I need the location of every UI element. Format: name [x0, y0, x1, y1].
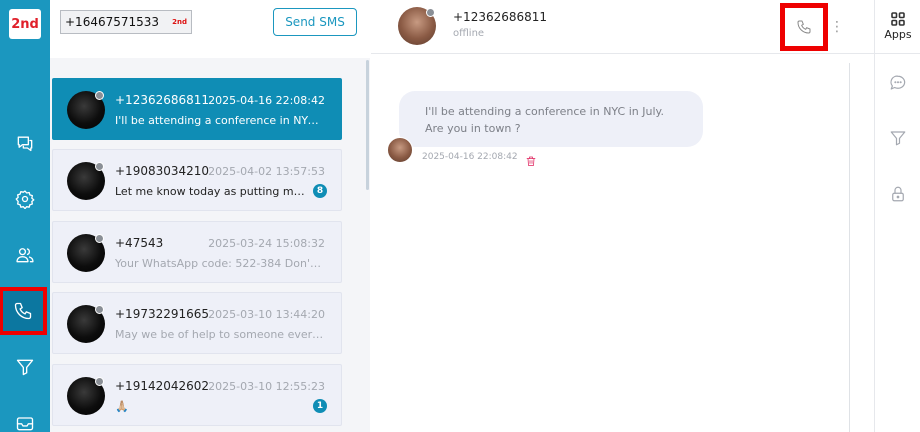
conversation-phone: +19732291665 [115, 307, 210, 321]
chat-bubble-icon [890, 75, 906, 90]
conversation-preview: May we be of help to someone every day. [115, 328, 325, 341]
phone-icon [797, 20, 811, 34]
conversation-date: 2025-03-10 13:44:20 [208, 308, 325, 321]
sender-number-badge: 2nd [172, 18, 187, 26]
conversation-item[interactable]: +19142042602 2025-03-10 12:55:23 🙏🏼 1 [52, 364, 342, 426]
nav-filter-button[interactable] [0, 347, 50, 387]
conversation-date: 2025-03-24 15:08:32 [208, 237, 325, 250]
list-toolbar: +16467571533 2nd Send SMS [50, 0, 370, 58]
nav-messages-button[interactable] [0, 123, 50, 163]
nav-inbox-button[interactable] [0, 403, 50, 432]
grid-icon [891, 11, 905, 26]
conversation-list[interactable]: +12362686811 2025-04-16 22:08:42 I'll be… [50, 58, 370, 432]
message-bubble: I'll be attending a conference in NYC in… [399, 91, 703, 147]
apps-label: Apps [884, 28, 912, 41]
contacts-icon [16, 248, 34, 263]
conversation-item[interactable]: +19083034210 2025-04-02 13:57:53 Let me … [52, 149, 342, 211]
lock-icon [892, 186, 904, 202]
send-sms-button[interactable]: Send SMS [273, 8, 357, 36]
conversation-item[interactable]: +47543 2025-03-24 15:08:32 Your WhatsApp… [52, 221, 342, 283]
conversation-preview: 🙏🏼 [115, 400, 129, 413]
conversation-phone: +47543 [115, 236, 164, 250]
nav-contacts-button[interactable] [0, 235, 50, 275]
more-options-icon[interactable]: ⋮ [830, 18, 844, 38]
sender-number-value: +16467571533 [65, 15, 160, 29]
presence-dot [426, 8, 435, 17]
message-timestamp: 2025-04-16 22:08:42 [422, 152, 518, 162]
unread-count-badge: 8 [313, 184, 327, 198]
chat-bubbles-icon [17, 136, 33, 152]
app-logo[interactable]: 2nd [9, 9, 41, 39]
chat-header: +12362686811 offline ⋮ [371, 0, 874, 54]
list-scrollbar[interactable] [366, 60, 369, 190]
conversation-phone: +19083034210 [115, 164, 210, 178]
conversation-list-pane: +16467571533 2nd Send SMS +12362686811 2… [50, 0, 370, 432]
chat-contact-status: offline [453, 28, 485, 39]
sender-number-select[interactable]: +16467571533 2nd [60, 10, 192, 34]
gear-icon [15, 190, 35, 209]
trash-icon [526, 156, 536, 166]
nav-settings-button[interactable] [0, 179, 50, 219]
presence-dot [95, 91, 104, 100]
unread-count-badge: 1 [313, 399, 327, 413]
apps-filter-button[interactable] [875, 120, 920, 156]
apps-chat-button[interactable] [875, 65, 920, 101]
apps-button[interactable]: Apps [875, 0, 920, 54]
conversation-item[interactable]: +19732291665 2025-03-10 13:44:20 May we … [52, 292, 342, 354]
conversation-preview: Let me know today as putting my list tog… [115, 185, 311, 198]
inbox-icon [16, 417, 34, 431]
apps-rail: Apps [874, 0, 920, 432]
presence-dot [95, 234, 104, 243]
conversation-preview: Your WhatsApp code: 522-384 Don't share … [115, 257, 325, 270]
conversation-date: 2025-04-02 13:57:53 [208, 165, 325, 178]
conversation-date: 2025-03-10 12:55:23 [208, 380, 325, 393]
app-root: 2nd +16467571533 2nd Send SMS +123626868… [0, 0, 920, 432]
conversation-date: 2025-04-16 22:08:42 [208, 94, 325, 107]
phone-icon [14, 302, 32, 320]
call-button[interactable] [780, 3, 828, 51]
conversation-phone: +12362686811 [115, 93, 210, 107]
thread-scrollbar[interactable] [849, 63, 852, 432]
nav-calls-button[interactable] [0, 287, 47, 335]
filter-icon [16, 359, 34, 376]
conversation-phone: +19142042602 [115, 379, 210, 393]
delete-message-button[interactable] [525, 152, 537, 166]
presence-dot [95, 377, 104, 386]
presence-dot [95, 162, 104, 171]
chat-contact-phone: +12362686811 [453, 10, 548, 24]
message-thread: I'll be attending a conference in NYC in… [371, 55, 874, 432]
presence-dot [95, 305, 104, 314]
chat-pane: +12362686811 offline ⋮ I'll be attending… [371, 0, 874, 432]
message-sender-avatar [387, 137, 413, 163]
conversation-item[interactable]: +12362686811 2025-04-16 22:08:42 I'll be… [52, 78, 342, 140]
conversation-preview: I'll be attending a conference in NYC in… [115, 114, 325, 127]
filter-icon [890, 131, 906, 146]
apps-lock-button[interactable] [875, 176, 920, 212]
left-nav-rail: 2nd [0, 0, 50, 432]
